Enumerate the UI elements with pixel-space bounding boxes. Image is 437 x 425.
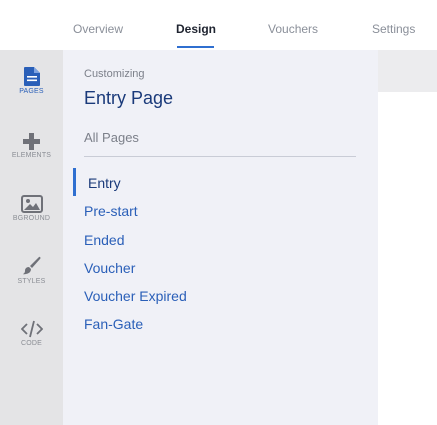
page-item-voucher-expired[interactable]: Voucher Expired (84, 288, 187, 304)
rail-item-background[interactable]: BGROUND (0, 195, 63, 222)
plus-icon (23, 133, 40, 150)
tab-vouchers[interactable]: Vouchers (268, 22, 318, 36)
document-icon (23, 67, 40, 86)
page-item-voucher[interactable]: Voucher (84, 260, 135, 276)
top-nav: Overview Design Vouchers Settings (0, 0, 437, 50)
all-pages-link[interactable]: All Pages (84, 130, 139, 145)
sidebar-rail: PAGES ELEMENTS BGROUND STYLES CODE (0, 50, 63, 425)
rail-label-styles: STYLES (17, 278, 46, 285)
rail-label-elements: ELEMENTS (11, 152, 52, 159)
rail-item-elements[interactable]: ELEMENTS (0, 133, 63, 159)
panel-subtitle: Customizing (84, 68, 145, 80)
code-icon (20, 320, 43, 338)
active-tab-indicator (177, 46, 214, 48)
canvas-header-strip (378, 50, 437, 92)
rail-label-code: CODE (20, 340, 43, 347)
rail-item-pages[interactable]: PAGES (0, 67, 63, 95)
rail-item-styles[interactable]: STYLES (0, 256, 63, 285)
tab-overview[interactable]: Overview (73, 22, 123, 36)
rail-label-pages: PAGES (19, 88, 44, 95)
tab-settings[interactable]: Settings (372, 22, 415, 36)
page-item-ended[interactable]: Ended (84, 232, 124, 248)
tab-design[interactable]: Design (176, 22, 216, 36)
brush-icon (22, 256, 40, 275)
page-item-pre-start[interactable]: Pre-start (84, 203, 138, 219)
page-item-entry[interactable]: Entry (88, 175, 121, 191)
image-icon (20, 195, 43, 213)
panel-divider (84, 156, 356, 157)
page-title: Entry Page (84, 88, 174, 108)
rail-item-code[interactable]: CODE (0, 320, 63, 347)
page-item-fan-gate[interactable]: Fan-Gate (84, 316, 143, 332)
rail-label-bground: BGROUND (12, 215, 51, 222)
active-page-indicator (73, 168, 76, 196)
